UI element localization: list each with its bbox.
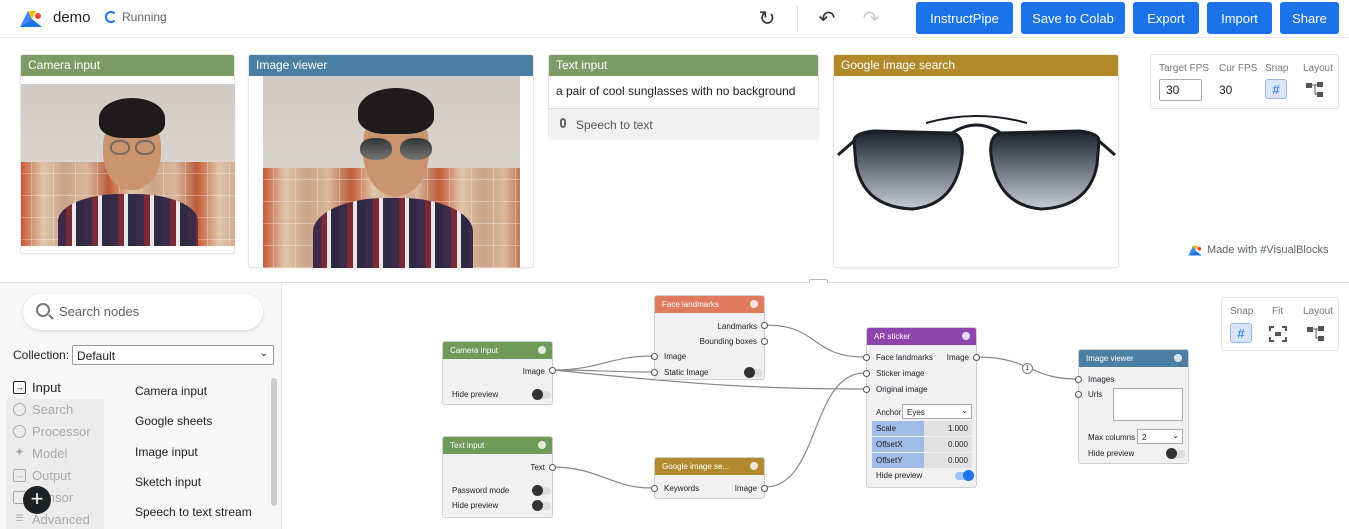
- face-node-title: Face landmarks: [662, 300, 719, 309]
- password-mode-toggle[interactable]: [532, 485, 551, 496]
- input-port[interactable]: [1075, 376, 1082, 383]
- text-input-node[interactable]: Text input Text Password mode Hide previ…: [442, 436, 556, 518]
- image-viewer-node-header: Image viewer: [1079, 350, 1188, 367]
- gsearch-node-title: Google image se...: [662, 462, 730, 471]
- password-mode-label: Password mode: [452, 486, 510, 495]
- wire-camera-to-face: [552, 355, 653, 371]
- urls-textarea[interactable]: [1113, 388, 1183, 421]
- offsety-label: OffsetY: [872, 453, 924, 468]
- chevron-down-icon: ⌄: [961, 406, 968, 415]
- hide-preview-toggle[interactable]: [532, 389, 551, 400]
- input-port[interactable]: [863, 386, 870, 393]
- image-viewer-node[interactable]: Image viewer Images Urls Max columns 2 ⌄ …: [1075, 349, 1189, 464]
- offsetx-input[interactable]: 0.000: [924, 437, 972, 452]
- output-port[interactable]: [761, 338, 768, 345]
- bbox-out-label: Bounding boxes: [699, 337, 757, 346]
- text-out-label: Text: [530, 463, 545, 472]
- input-port[interactable]: [863, 354, 870, 361]
- ar-hide-label: Hide preview: [876, 471, 923, 480]
- image-in-label: Image: [664, 352, 687, 361]
- input-port[interactable]: [651, 485, 658, 492]
- anchor-label: Anchor: [876, 408, 902, 417]
- ar-out-label: Image: [946, 353, 969, 362]
- face-landmarks-in-label: Face landmarks: [876, 353, 933, 362]
- canvas-snap-label: Snap: [1230, 306, 1254, 317]
- urls-in-label: Urls: [1088, 390, 1103, 399]
- canvas-snap-grid-icon[interactable]: #: [1230, 323, 1252, 343]
- input-port[interactable]: [863, 370, 870, 377]
- anchor-value: Eyes: [907, 408, 925, 417]
- gsearch-out-label: Image: [734, 484, 757, 493]
- face-landmarks-node-header: Face landmarks: [655, 296, 764, 313]
- static-image-toggle[interactable]: [744, 367, 763, 378]
- info-icon[interactable]: [750, 300, 758, 308]
- max-columns-select[interactable]: 2 ⌄: [1137, 429, 1183, 444]
- wire-count-badge: 1: [1022, 363, 1033, 374]
- anchor-select[interactable]: Eyes ⌄: [902, 404, 972, 419]
- max-columns-label: Max columns: [1088, 433, 1136, 442]
- info-icon[interactable]: [962, 332, 970, 340]
- viewer-hide-label: Hide preview: [1088, 449, 1135, 458]
- camera-input-node[interactable]: Camera input Image Hide preview: [442, 341, 556, 405]
- google-image-search-node[interactable]: Google image se... Keywords Image: [651, 457, 768, 499]
- keywords-in-label: Keywords: [664, 484, 700, 493]
- output-port[interactable]: [549, 367, 556, 374]
- scale-label: Scale: [872, 421, 924, 436]
- landmarks-out-label: Landmarks: [717, 322, 757, 331]
- input-port[interactable]: [1075, 391, 1082, 398]
- info-icon[interactable]: [750, 462, 758, 470]
- offsety-input[interactable]: 0.000: [924, 453, 972, 468]
- google-search-node-header: Google image se...: [655, 458, 764, 475]
- camera-input-node-header: Camera input: [443, 342, 552, 359]
- max-columns-value: 2: [1142, 433, 1147, 442]
- hide-preview-toggle[interactable]: [955, 470, 974, 481]
- offsetx-label: OffsetX: [872, 437, 924, 452]
- canvas-controls: Snap Fit Layout #: [1221, 297, 1339, 351]
- hide-preview-toggle[interactable]: [532, 500, 551, 511]
- ar-node-title: AR sticker: [874, 332, 911, 341]
- output-port[interactable]: [761, 322, 768, 329]
- output-port[interactable]: [761, 485, 768, 492]
- ar-sticker-node[interactable]: AR sticker Face landmarks Image Sticker …: [863, 327, 980, 488]
- fit-view-icon[interactable]: [1268, 325, 1288, 343]
- text-input-node-header: Text input: [443, 437, 552, 454]
- wire-text-to-keywords: [550, 466, 653, 489]
- wire-search-to-sticker: [764, 372, 866, 488]
- output-port[interactable]: [549, 464, 556, 471]
- canvas-layout-label: Layout: [1303, 306, 1334, 317]
- static-image-label: Static Image: [664, 368, 709, 377]
- input-port[interactable]: [651, 369, 658, 376]
- ar-sticker-node-header: AR sticker: [867, 328, 976, 345]
- hide-preview-toggle[interactable]: [1166, 448, 1185, 459]
- canvas-fit-label: Fit: [1272, 306, 1284, 317]
- face-landmarks-node[interactable]: Face landmarks Landmarks Bounding boxes …: [651, 295, 768, 380]
- output-port[interactable]: [973, 354, 980, 361]
- camera-out-label: Image: [522, 367, 545, 376]
- original-image-label: Original image: [876, 385, 928, 394]
- text-node-title: Text input: [450, 441, 485, 450]
- viewer-node-title: Image viewer: [1086, 354, 1134, 363]
- info-icon[interactable]: [1174, 354, 1182, 362]
- canvas-layout-icon[interactable]: [1306, 325, 1326, 343]
- wire-face-to-ar: [764, 324, 866, 358]
- text-hide-label: Hide preview: [452, 501, 499, 510]
- camera-hide-label: Hide preview: [452, 390, 499, 399]
- sticker-image-label: Sticker image: [876, 369, 925, 378]
- scale-input[interactable]: 1.000: [924, 421, 972, 436]
- info-icon[interactable]: [538, 441, 546, 449]
- camera-node-title: Camera input: [450, 346, 499, 355]
- chevron-down-icon: ⌄: [1172, 431, 1179, 440]
- images-in-label: Images: [1088, 375, 1115, 384]
- input-port[interactable]: [651, 353, 658, 360]
- info-icon[interactable]: [538, 346, 546, 354]
